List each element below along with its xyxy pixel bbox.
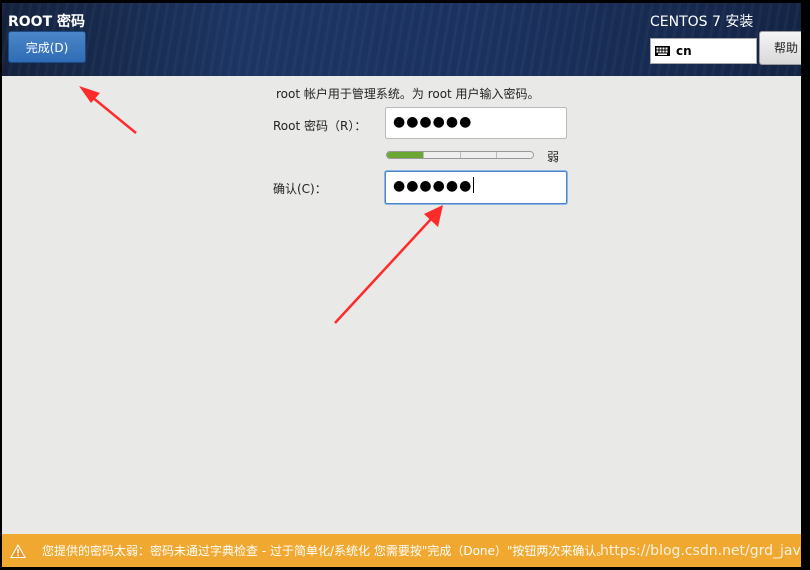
- annotation-arrows: [79, 86, 443, 324]
- arrow-to-done-button: [79, 86, 137, 134]
- screen: ROOT 密码 完成(D) CENTOS 7 安装 cn 帮助 root 帐户用…: [0, 0, 810, 570]
- arrow-to-confirm-field: [334, 205, 443, 324]
